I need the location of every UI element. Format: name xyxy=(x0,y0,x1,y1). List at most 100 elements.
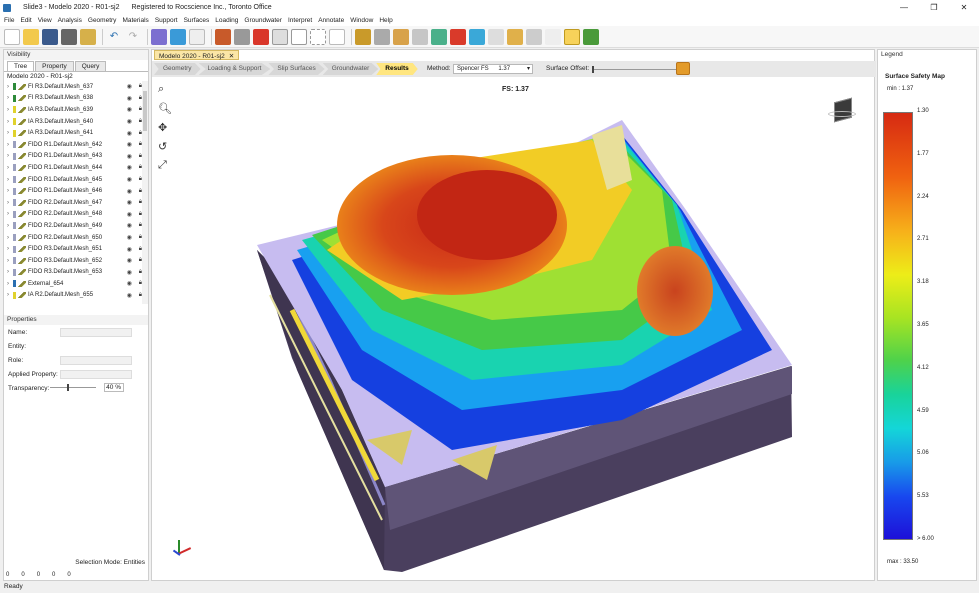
visibility-eye-icon[interactable]: ◉ xyxy=(127,153,132,160)
role-select[interactable] xyxy=(60,355,132,365)
tree-item[interactable]: › FIDO R2.Default.Mesh_650 ◉ 🔒︎ xyxy=(4,232,148,244)
books-icon[interactable] xyxy=(507,28,523,45)
name-field[interactable] xyxy=(60,327,132,337)
calculator-icon[interactable] xyxy=(234,28,250,45)
tree-item[interactable]: › IA R3.Default.Mesh_639 ◉ 🔒︎ xyxy=(4,104,148,116)
layers-icon[interactable] xyxy=(412,28,428,45)
dots-icon[interactable] xyxy=(545,28,561,45)
load-icon[interactable] xyxy=(374,28,390,45)
visibility-eye-icon[interactable]: ◉ xyxy=(127,141,132,148)
menu-interpret[interactable]: Interpret xyxy=(288,17,312,24)
visibility-eye-icon[interactable]: ◉ xyxy=(127,164,132,171)
visibility-eye-icon[interactable]: ◉ xyxy=(127,188,132,195)
visibility-eye-icon[interactable]: ◉ xyxy=(127,199,132,206)
view-cube-icon[interactable] xyxy=(828,97,856,125)
model-viewport[interactable]: Modelo 2020 - R01-sj2 ✕ Geometry Loading … xyxy=(151,49,876,582)
tree-item[interactable]: › FIDO R1.Default.Mesh_646 ◉ 🔒︎ xyxy=(4,185,148,197)
export-icon[interactable] xyxy=(80,28,96,45)
surface-icon[interactable] xyxy=(393,28,409,45)
white-box-icon[interactable] xyxy=(272,28,288,45)
terrain-icon[interactable] xyxy=(583,28,599,45)
tab-property[interactable]: Property xyxy=(35,61,74,71)
scroll-thumb[interactable] xyxy=(143,91,147,131)
menu-file[interactable]: File xyxy=(4,17,14,24)
maximize-button[interactable]: ❐ xyxy=(919,0,949,15)
material-color-swatch xyxy=(13,152,16,160)
tab-tree[interactable]: Tree xyxy=(7,61,35,71)
menu-annotate[interactable]: Annotate xyxy=(318,17,344,24)
tree-item[interactable]: › External_654 ◉ 🔒︎ xyxy=(4,278,148,290)
tree-item[interactable]: › FIDO R1.Default.Mesh_642 ◉ 🔒︎ xyxy=(4,139,148,151)
tree-item[interactable]: › FIDO R2.Default.Mesh_647 ◉ 🔒︎ xyxy=(4,197,148,209)
delete-box-icon[interactable] xyxy=(329,28,345,45)
menu-window[interactable]: Window xyxy=(350,17,373,24)
tree-item[interactable]: › IA R2.Default.Mesh_655 ◉ 🔒︎ xyxy=(4,290,148,302)
grid-view-icon[interactable] xyxy=(151,28,167,45)
box-outline-icon[interactable] xyxy=(291,28,307,45)
menu-groundwater[interactable]: Groundwater xyxy=(244,17,282,24)
angle-icon[interactable] xyxy=(450,28,466,45)
minimize-button[interactable]: — xyxy=(889,0,919,15)
tree-item[interactable]: › FI R3.Default.Mesh_638 ◉ 🔒︎ xyxy=(4,93,148,105)
visibility-eye-icon[interactable]: ◉ xyxy=(127,234,132,241)
redo-icon[interactable]: ↷ xyxy=(125,29,141,45)
cube-icon[interactable] xyxy=(469,28,485,45)
visibility-eye-icon[interactable]: ◉ xyxy=(127,222,132,229)
mesh-toggle-icon[interactable] xyxy=(564,28,580,45)
dotted-box-icon[interactable] xyxy=(310,28,326,45)
menu-loading[interactable]: Loading xyxy=(215,17,238,24)
transparency-value[interactable]: 40 % xyxy=(104,383,124,392)
visibility-eye-icon[interactable]: ◉ xyxy=(127,269,132,276)
tree-item[interactable]: › IA R3.Default.Mesh_641 ◉ 🔒︎ xyxy=(4,127,148,139)
transparency-thumb[interactable] xyxy=(67,384,69,391)
visibility-eye-icon[interactable]: ◉ xyxy=(127,95,132,102)
terrain-model[interactable] xyxy=(152,50,876,582)
tab-query[interactable]: Query xyxy=(74,61,107,71)
visibility-eye-icon[interactable]: ◉ xyxy=(127,130,132,137)
visibility-eye-icon[interactable]: ◉ xyxy=(127,176,132,183)
menu-view[interactable]: View xyxy=(38,17,52,24)
new-file-icon[interactable] xyxy=(4,28,20,45)
tree-item[interactable]: › FIDO R1.Default.Mesh_643 ◉ 🔒︎ xyxy=(4,151,148,163)
save-icon[interactable] xyxy=(42,28,58,45)
menu-materials[interactable]: Materials xyxy=(122,17,148,24)
visibility-eye-icon[interactable]: ◉ xyxy=(127,280,132,287)
menu-edit[interactable]: Edit xyxy=(20,17,31,24)
move-icon[interactable] xyxy=(488,28,504,45)
visibility-eye-icon[interactable]: ◉ xyxy=(127,118,132,125)
open-folder-icon[interactable] xyxy=(23,28,39,45)
tree-item[interactable]: › FIDO R2.Default.Mesh_649 ◉ 🔒︎ xyxy=(4,220,148,232)
visibility-eye-icon[interactable]: ◉ xyxy=(127,292,132,299)
transparency-slider[interactable] xyxy=(50,384,96,391)
tree-item[interactable]: › FIDO R1.Default.Mesh_644 ◉ 🔒︎ xyxy=(4,162,148,174)
close-button[interactable]: ✕ xyxy=(949,0,979,15)
tree-item[interactable]: › FIDO R3.Default.Mesh_652 ◉ 🔒︎ xyxy=(4,255,148,267)
menu-support[interactable]: Support xyxy=(155,17,178,24)
visibility-eye-icon[interactable]: ◉ xyxy=(127,257,132,264)
menu-surfaces[interactable]: Surfaces xyxy=(184,17,210,24)
support-icon[interactable] xyxy=(355,28,371,45)
layers-color-icon[interactable] xyxy=(431,28,447,45)
tree-item[interactable]: › FIDO R3.Default.Mesh_653 ◉ 🔒︎ xyxy=(4,267,148,279)
menu-help[interactable]: Help xyxy=(379,17,392,24)
applied-property-select[interactable] xyxy=(60,369,132,379)
visibility-eye-icon[interactable]: ◉ xyxy=(127,211,132,218)
print-icon[interactable] xyxy=(61,28,77,45)
tree-item[interactable]: › FIDO R3.Default.Mesh_651 ◉ 🔒︎ xyxy=(4,243,148,255)
undo-icon[interactable]: ↶ xyxy=(106,29,122,45)
visibility-eye-icon[interactable]: ◉ xyxy=(127,106,132,113)
menu-geometry[interactable]: Geometry xyxy=(88,17,117,24)
tree-scrollbar[interactable] xyxy=(142,81,148,304)
chart-icon[interactable] xyxy=(189,28,205,45)
visibility-eye-icon[interactable]: ◉ xyxy=(127,83,132,90)
tree-item[interactable]: › FI R3.Default.Mesh_637 ◉ 🔒︎ xyxy=(4,81,148,93)
red-box-icon[interactable] xyxy=(253,28,269,45)
menu-analysis[interactable]: Analysis xyxy=(58,17,82,24)
tree-item[interactable]: › FIDO R1.Default.Mesh_645 ◉ 🔒︎ xyxy=(4,174,148,186)
image-view-icon[interactable] xyxy=(170,28,186,45)
tree-item[interactable]: › IA R3.Default.Mesh_640 ◉ 🔒︎ xyxy=(4,116,148,128)
wand-icon[interactable] xyxy=(215,28,231,45)
tree-item[interactable]: › FIDO R2.Default.Mesh_648 ◉ 🔒︎ xyxy=(4,209,148,221)
visibility-eye-icon[interactable]: ◉ xyxy=(127,246,132,253)
measure-icon[interactable] xyxy=(526,28,542,45)
